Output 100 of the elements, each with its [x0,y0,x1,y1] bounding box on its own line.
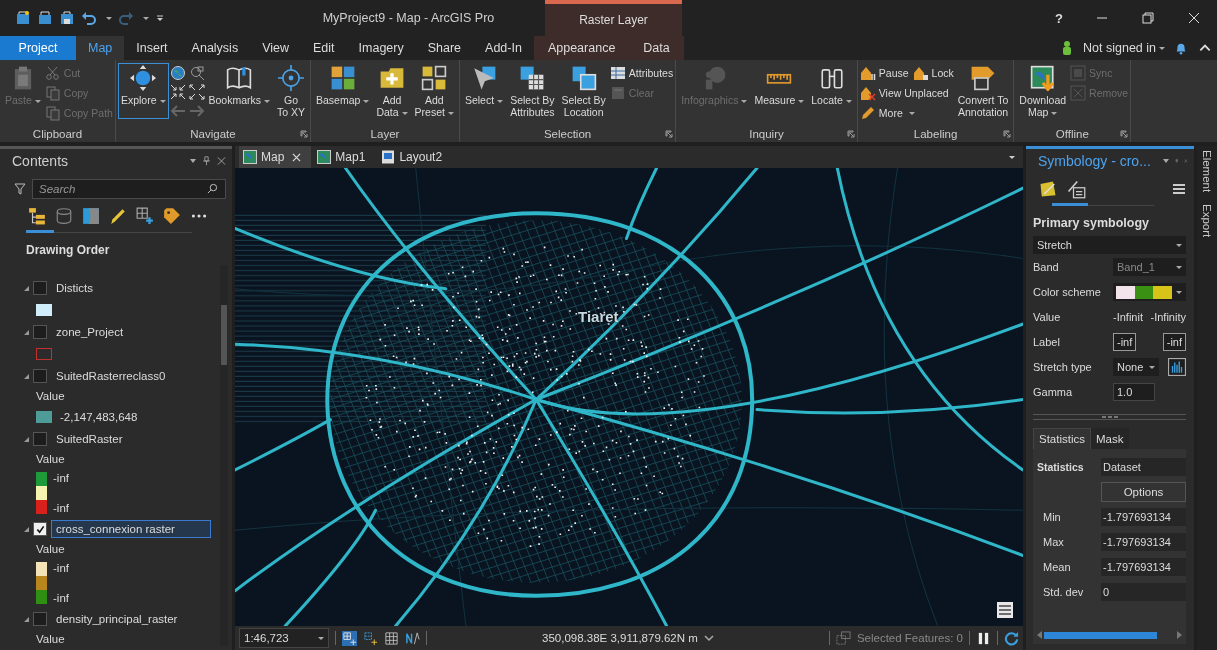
statistics-source-field[interactable]: Dataset [1101,458,1186,476]
zoom-out-arrows-icon[interactable] [188,84,205,100]
layer-name[interactable]: density_principal_raster [51,610,183,628]
ribbon-tab[interactable]: Data [629,36,684,60]
ribbon-tab[interactable]: Project [0,36,76,60]
snapping-icon[interactable] [342,630,357,646]
selected-features-icon[interactable] [835,630,851,646]
zoom-layer-icon[interactable] [188,65,205,81]
dialog-launcher-icon[interactable] [300,130,309,138]
brush-list-icon[interactable] [1066,179,1086,199]
sign-in-menu[interactable]: Not signed in [1079,36,1169,60]
pane-tab[interactable]: Statistics [1033,428,1091,449]
splitter-grip-icon[interactable] [1099,415,1120,419]
pane-options-icon[interactable] [190,159,196,163]
ribbon-button[interactable]: Explore [117,63,169,119]
ribbon-button[interactable]: Measure [751,63,808,119]
grid-icon[interactable] [384,630,399,646]
checkbox[interactable] [33,369,47,383]
save-project-icon[interactable] [59,10,75,26]
checkbox[interactable] [33,612,47,626]
customize-toolbar-icon[interactable] [155,13,165,23]
database-icon[interactable] [55,207,73,225]
globe-icon[interactable] [169,65,186,81]
map-sheet-icon[interactable] [82,207,100,225]
open-project-icon[interactable] [37,10,53,26]
document-tab[interactable]: Layout2 [377,146,453,168]
new-project-icon[interactable] [15,10,31,26]
document-tab[interactable]: Map [239,146,312,168]
undo-icon[interactable] [81,10,97,26]
dialog-launcher-icon[interactable] [1003,130,1012,138]
ribbon-button[interactable]: Locate [808,63,855,119]
color-scheme-dropdown[interactable] [1113,283,1186,301]
ribbon-tab[interactable]: Imagery [346,36,416,60]
ribbon-tab[interactable]: Map [76,36,125,60]
help-button[interactable]: ? [1039,10,1079,26]
pane-options-icon[interactable] [1162,159,1169,163]
layer-name[interactable]: SuitedRaster [51,430,128,448]
restore-icon[interactable] [1142,12,1154,24]
dialog-launcher-icon[interactable] [665,130,674,138]
checkbox[interactable] [33,281,47,295]
ribbon-tab[interactable]: View [250,36,301,60]
ribbon-button[interactable]: View Unplaced [859,84,949,102]
ribbon-button[interactable]: Download Map [1016,63,1070,120]
histogram-icon[interactable] [1168,358,1186,376]
zoom-in-arrows-icon[interactable] [169,84,186,100]
ribbon-button[interactable]: More [859,104,915,122]
ribbon-button[interactable]: Lock [912,64,954,82]
checkbox[interactable] [33,325,47,339]
dialog-launcher-icon[interactable] [846,130,855,138]
document-tab[interactable]: Map1 [313,146,376,168]
ribbon-button[interactable]: Basemap [313,63,373,119]
tag-icon[interactable] [163,207,181,225]
ribbon-button[interactable]: Select By Attributes [507,63,558,120]
layer-name[interactable]: SuitedRasterreclass0 [51,367,171,385]
menu-icon[interactable] [1172,183,1186,195]
checkbox[interactable] [33,432,47,446]
layer-name[interactable]: zone_Project [51,323,129,341]
input-field[interactable]: 1.0 [1113,383,1155,401]
checkbox[interactable] [33,522,47,536]
attribute-table-icon[interactable] [997,602,1013,618]
ribbon-tab[interactable]: Edit [301,36,347,60]
caret-icon[interactable] [143,16,149,20]
ribbon-button[interactable]: Attributes [609,64,674,82]
list-by-drawing-order-icon[interactable] [28,207,46,225]
ribbon-tab[interactable]: Analysis [179,36,251,60]
symbology-method-dropdown[interactable]: Stretch [1033,236,1186,254]
side-tab[interactable]: Element [1201,150,1213,193]
ribbon-tab[interactable]: Share [415,36,474,60]
side-tab[interactable]: Export [1201,204,1213,238]
ribbon-button[interactable]: Go To XY [274,63,309,120]
ribbon-button[interactable]: Add Preset [411,63,457,120]
ribbon-tab[interactable]: Add-In [473,36,534,60]
grid-plus-icon[interactable] [363,630,378,646]
search-icon[interactable] [207,183,218,194]
scale-dropdown[interactable]: 1:46,723 [239,628,329,648]
ribbon-tab[interactable]: Insert [124,36,180,60]
grid-plus-icon[interactable] [136,207,154,225]
ribbon-tab[interactable]: Appearance [533,36,630,60]
ribbon-button[interactable]: Select By Location [558,63,609,120]
pencil-icon[interactable] [109,207,127,225]
refresh-icon[interactable] [1004,630,1019,646]
search-field[interactable]: Search [32,179,226,199]
scrollbar[interactable] [220,265,228,646]
ribbon-button[interactable]: Select [461,63,507,119]
input-field[interactable]: -inf [1113,333,1137,351]
caret-icon[interactable] [106,16,112,20]
ribbon-button[interactable]: Convert To Annotation [954,63,1012,120]
caret-icon[interactable] [1009,155,1015,159]
ribbon-button[interactable]: Bookmarks [205,63,273,119]
input-field[interactable]: -inf [1162,333,1186,351]
pause-icon[interactable] [976,630,991,646]
chevron-down-icon[interactable] [703,633,714,643]
filter-icon[interactable] [14,183,26,195]
map-drawing[interactable] [235,168,1023,626]
layer-name[interactable]: Disticts [51,279,99,297]
ribbon-button[interactable]: Add Data [373,63,411,120]
pane-tab[interactable]: Mask [1091,428,1129,449]
dialog-launcher-icon[interactable] [1120,130,1129,138]
layer-name[interactable]: cross_connexion raster [51,520,211,538]
options-button[interactable]: Options [1101,482,1186,502]
